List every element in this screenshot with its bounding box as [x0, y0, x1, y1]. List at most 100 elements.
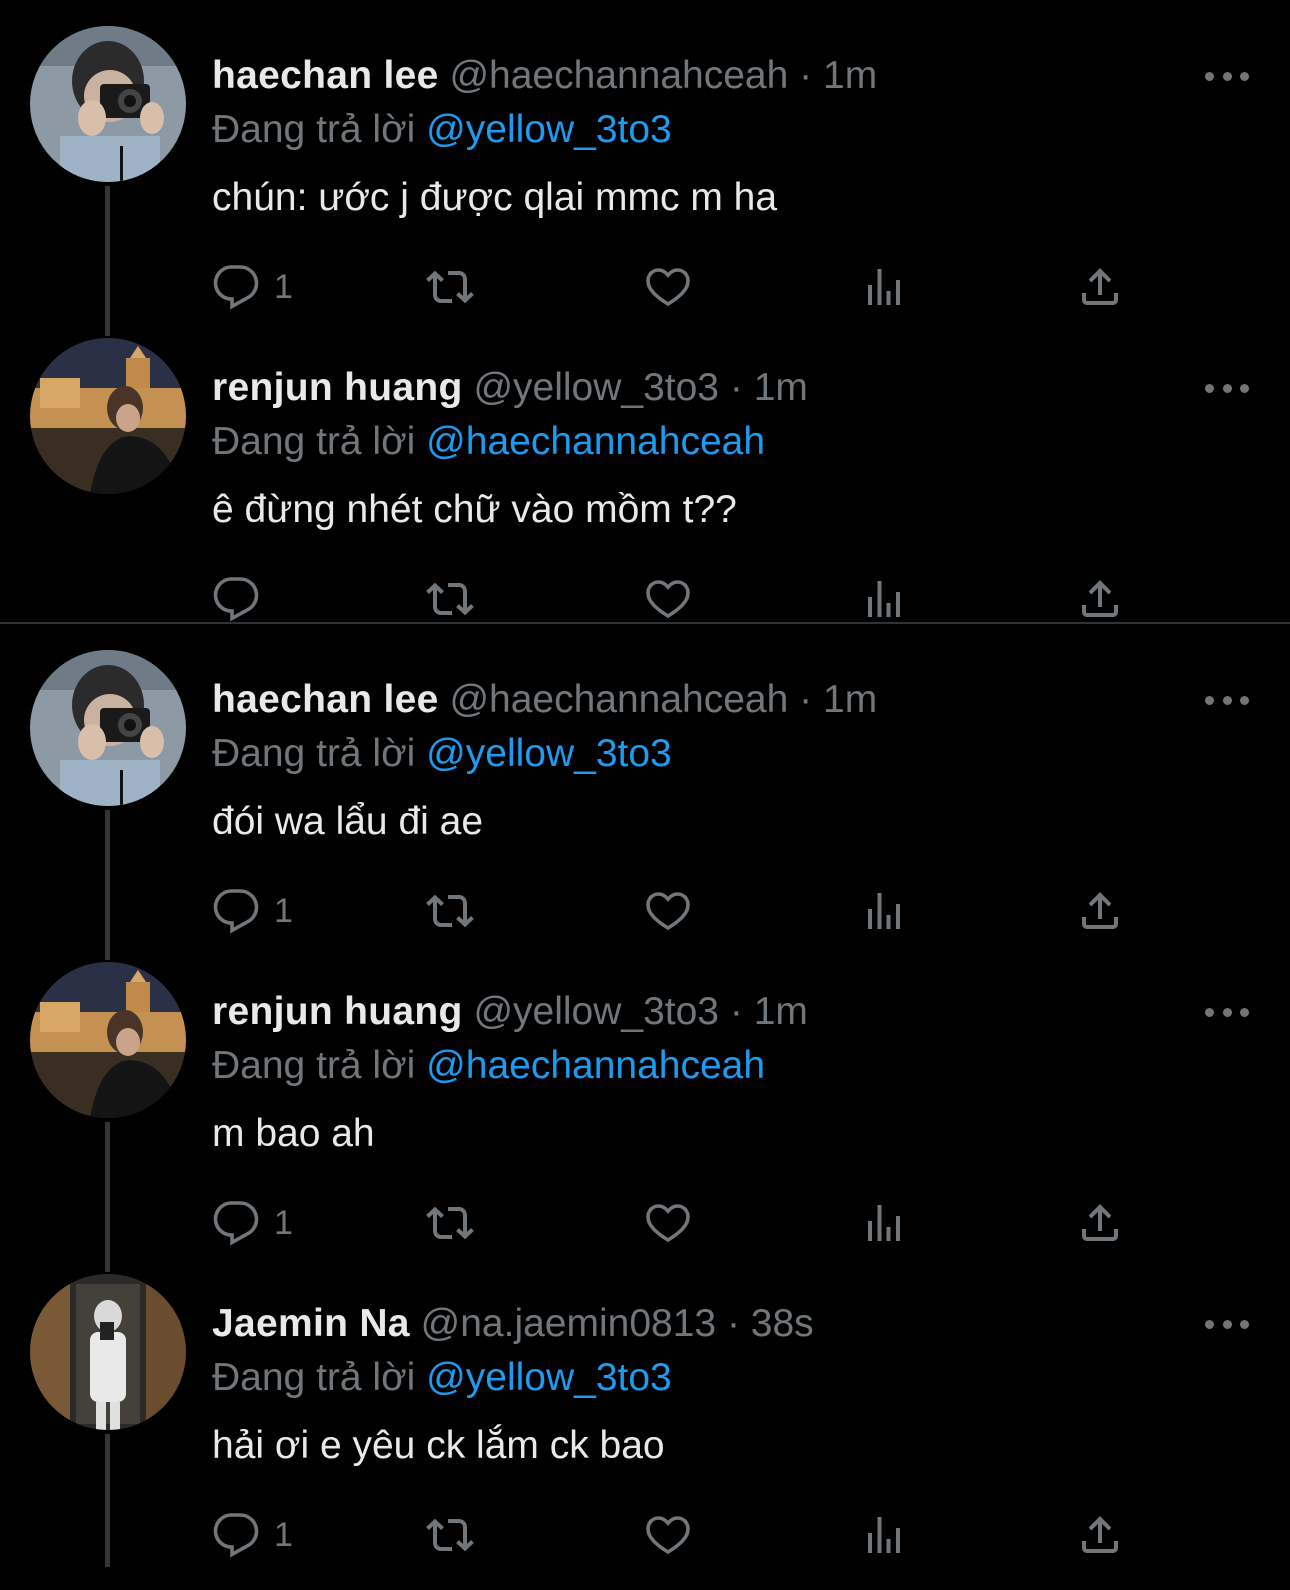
- views-icon: [868, 1517, 900, 1553]
- more-icon[interactable]: [1205, 1310, 1249, 1338]
- timestamp[interactable]: 1m: [823, 678, 877, 721]
- reply-button[interactable]: [212, 544, 274, 654]
- avatar[interactable]: [30, 1274, 186, 1430]
- reply-icon: [213, 889, 259, 934]
- share-button[interactable]: [1076, 544, 1124, 654]
- views-button[interactable]: [860, 1480, 908, 1590]
- share-button[interactable]: [1076, 232, 1124, 342]
- action-bar: 1: [212, 856, 1132, 966]
- replying-label: Đang trả lời: [212, 1044, 416, 1087]
- tweet-header: haechan lee @haechannahceah · 1m: [212, 46, 877, 106]
- retweet-button[interactable]: [426, 1168, 474, 1278]
- tweet[interactable]: Jaemin Na @na.jaemin0813 · 38s Đang trả …: [0, 1272, 1290, 1567]
- timestamp[interactable]: 1m: [823, 54, 877, 97]
- user-handle[interactable]: @haechannahceah: [449, 54, 788, 97]
- display-name[interactable]: haechan lee: [212, 678, 439, 721]
- display-name[interactable]: renjun huang: [212, 990, 463, 1033]
- user-handle[interactable]: @na.jaemin0813: [421, 1302, 716, 1345]
- replying-to: Đang trả lời @yellow_3to3: [212, 724, 672, 784]
- views-button[interactable]: [860, 1168, 908, 1278]
- display-name[interactable]: haechan lee: [212, 54, 439, 97]
- reply-icon: [213, 577, 259, 622]
- like-button[interactable]: [644, 232, 692, 342]
- retweet-icon: [426, 582, 474, 616]
- share-icon: [1082, 580, 1118, 617]
- display-name[interactable]: Jaemin Na: [212, 1302, 410, 1345]
- separator-dot: ·: [799, 678, 813, 721]
- retweet-button[interactable]: [426, 856, 474, 966]
- action-bar: 1: [212, 1168, 1132, 1278]
- mention-link[interactable]: @yellow_3to3: [426, 108, 672, 151]
- mention-link[interactable]: @haechannahceah: [426, 420, 765, 463]
- views-icon: [868, 581, 900, 617]
- retweet-button[interactable]: [426, 544, 474, 654]
- reply-button[interactable]: 1: [212, 1480, 293, 1590]
- like-icon: [646, 1516, 690, 1555]
- action-bar: [212, 544, 1132, 654]
- tweet-header: renjun huang @yellow_3to3 · 1m: [212, 982, 808, 1042]
- retweet-icon: [426, 270, 474, 304]
- views-icon: [868, 893, 900, 929]
- retweet-button[interactable]: [426, 232, 474, 342]
- action-bar: 1: [212, 232, 1132, 342]
- share-icon: [1082, 1516, 1118, 1553]
- replying-to: Đang trả lời @yellow_3to3: [212, 1348, 672, 1408]
- user-handle[interactable]: @haechannahceah: [449, 678, 788, 721]
- tweet[interactable]: haechan lee @haechannahceah · 1m Đang tr…: [0, 648, 1290, 948]
- tweet[interactable]: renjun huang @yellow_3to3 · 1m Đang trả …: [0, 336, 1290, 622]
- retweet-icon: [426, 894, 474, 928]
- share-icon: [1082, 268, 1118, 305]
- separator-dot: ·: [799, 54, 813, 97]
- timestamp[interactable]: 1m: [754, 366, 808, 409]
- like-icon: [646, 268, 690, 307]
- like-button[interactable]: [644, 1480, 692, 1590]
- more-icon[interactable]: [1205, 62, 1249, 90]
- views-button[interactable]: [860, 544, 908, 654]
- tweet-header: renjun huang @yellow_3to3 · 1m: [212, 358, 808, 418]
- like-button[interactable]: [644, 856, 692, 966]
- retweet-button[interactable]: [426, 1480, 474, 1590]
- replying-to: Đang trả lời @haechannahceah: [212, 412, 765, 472]
- replying-label: Đang trả lời: [212, 420, 416, 463]
- views-button[interactable]: [860, 232, 908, 342]
- tweet-text: đói wa lẩu đi ae: [212, 800, 484, 843]
- avatar[interactable]: [30, 962, 186, 1118]
- more-icon[interactable]: [1205, 374, 1249, 402]
- reply-button[interactable]: 1: [212, 856, 293, 966]
- tweet-header: haechan lee @haechannahceah · 1m: [212, 670, 877, 730]
- avatar[interactable]: [30, 26, 186, 182]
- retweet-icon: [426, 1518, 474, 1552]
- reply-count: 1: [274, 1203, 293, 1242]
- retweet-icon: [426, 1206, 474, 1240]
- mention-link[interactable]: @haechannahceah: [426, 1044, 765, 1087]
- tweet-header: Jaemin Na @na.jaemin0813 · 38s: [212, 1294, 814, 1354]
- like-button[interactable]: [644, 1168, 692, 1278]
- share-button[interactable]: [1076, 1168, 1124, 1278]
- avatar[interactable]: [30, 650, 186, 806]
- tweet-text: hải ơi e yêu ck lắm ck bao: [212, 1424, 665, 1467]
- mention-link[interactable]: @yellow_3to3: [426, 732, 672, 775]
- separator-dot: ·: [729, 990, 743, 1033]
- avatar[interactable]: [30, 338, 186, 494]
- share-button[interactable]: [1076, 856, 1124, 966]
- tweet[interactable]: haechan lee @haechannahceah · 1m Đang tr…: [0, 24, 1290, 324]
- like-icon: [646, 1204, 690, 1243]
- views-button[interactable]: [860, 856, 908, 966]
- more-icon[interactable]: [1205, 998, 1249, 1026]
- user-handle[interactable]: @yellow_3to3: [473, 366, 719, 409]
- like-icon: [646, 580, 690, 619]
- display-name[interactable]: renjun huang: [212, 366, 463, 409]
- mention-link[interactable]: @yellow_3to3: [426, 1356, 672, 1399]
- more-icon[interactable]: [1205, 686, 1249, 714]
- like-button[interactable]: [644, 544, 692, 654]
- reply-button[interactable]: 1: [212, 1168, 293, 1278]
- timestamp[interactable]: 1m: [754, 990, 808, 1033]
- user-handle[interactable]: @yellow_3to3: [473, 990, 719, 1033]
- tweet[interactable]: renjun huang @yellow_3to3 · 1m Đang trả …: [0, 960, 1290, 1260]
- timestamp[interactable]: 38s: [751, 1302, 814, 1345]
- separator-dot: ·: [729, 366, 743, 409]
- like-icon: [646, 892, 690, 931]
- share-button[interactable]: [1076, 1480, 1124, 1590]
- reply-icon: [213, 265, 259, 310]
- reply-button[interactable]: 1: [212, 232, 293, 342]
